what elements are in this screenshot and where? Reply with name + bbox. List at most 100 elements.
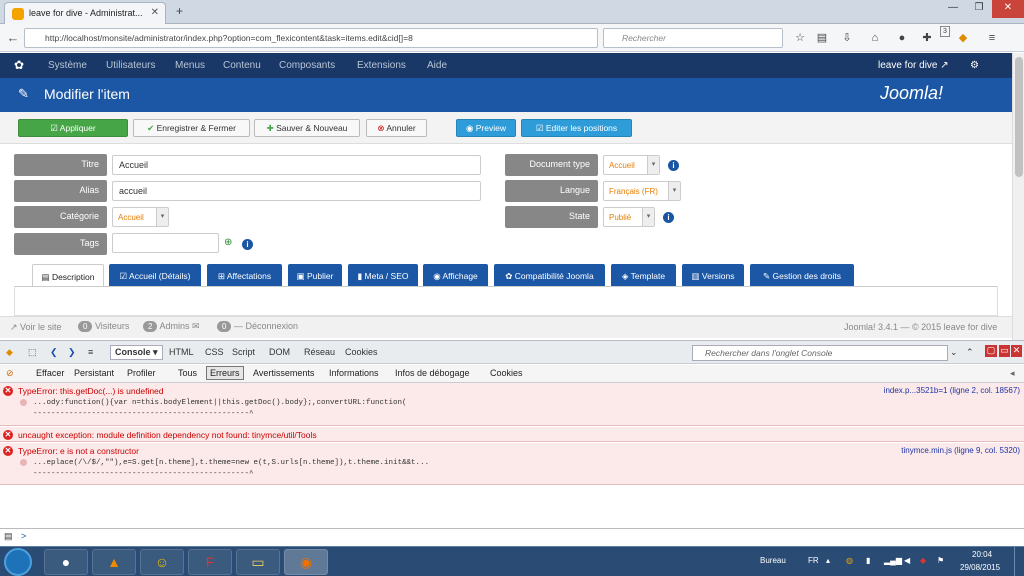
messages-status[interactable]: 0 — Déconnexion — [217, 321, 298, 332]
explorer-app-icon[interactable]: ▭ — [236, 549, 280, 575]
chat-icon[interactable]: ● — [895, 30, 909, 46]
maximize-icon[interactable]: ❐ — [966, 0, 992, 18]
filter-info[interactable]: Informations — [329, 368, 379, 378]
tab-description[interactable]: ▤ Description — [32, 264, 104, 288]
doctype-info-icon[interactable]: i — [668, 160, 679, 171]
save-close-button[interactable]: ✔ Enregistrer & Fermer — [133, 119, 250, 137]
command-editor-icon[interactable]: ≡ — [88, 347, 93, 357]
tab-assignments[interactable]: ⊞ Affectations — [207, 264, 282, 288]
error-source-link[interactable]: tinymce.min.js (ligne 9, col. 5320) — [901, 446, 1020, 455]
tags-info-icon[interactable]: i — [242, 239, 253, 250]
minimize-icon[interactable]: — — [940, 0, 966, 18]
vlc-app-icon[interactable]: ▲ — [92, 549, 136, 575]
console-error-row[interactable]: ✕ uncaught exception: module definition … — [0, 427, 1024, 442]
volume-icon[interactable]: ◀ — [904, 556, 910, 565]
fb-tab-dom[interactable]: DOM — [269, 347, 290, 357]
tab-joomla-compat[interactable]: ✿ Compatibilité Joomla — [494, 264, 605, 288]
firebug-logo-icon[interactable]: ◆ — [6, 347, 13, 358]
fb-tab-html[interactable]: HTML — [169, 347, 194, 357]
inspect-icon[interactable]: ⬚ — [28, 347, 37, 358]
url-bar[interactable]: http://localhost/monsite/administrator/i… — [24, 28, 598, 48]
tab-details[interactable]: ☑ Accueil (Détails) — [109, 264, 201, 288]
home-icon[interactable]: ⌂ — [868, 30, 882, 46]
site-link[interactable]: leave for dive ↗ — [878, 60, 949, 71]
fb-tab-network[interactable]: Réseau — [304, 347, 335, 357]
menu-system[interactable]: Système — [48, 60, 87, 71]
save-new-button[interactable]: ✚ Sauver & Nouveau — [254, 119, 360, 137]
fb-minimize-icon[interactable]: ▭ — [999, 345, 1010, 357]
console-command-line[interactable]: ▤ > — [0, 528, 1024, 544]
clock-time[interactable]: 20:04 — [972, 550, 992, 559]
browser-tab[interactable]: leave for dive - Administrat... ✕ — [4, 2, 166, 24]
chrome-app-icon[interactable]: ● — [44, 549, 88, 575]
console-error-row[interactable]: ✕ TypeError: this.getDoc(...) is undefin… — [0, 383, 1024, 426]
error-source-link[interactable]: index.p...3521b=1 (ligne 2, col. 18567) — [884, 386, 1020, 395]
search-prev-icon[interactable]: ⌄ — [950, 347, 958, 358]
menu-icon[interactable]: ≡ — [985, 30, 999, 46]
fb-detach-icon[interactable]: ▢ — [985, 345, 997, 357]
view-site-link[interactable]: ↗ Voir le site — [10, 322, 62, 333]
scrollbar-thumb[interactable] — [1015, 57, 1023, 177]
firefox-app-icon[interactable]: ◉ — [284, 549, 328, 575]
new-tab-icon[interactable]: + — [176, 4, 183, 18]
close-tab-icon[interactable]: ✕ — [151, 7, 159, 18]
filter-clear[interactable]: Effacer — [36, 368, 64, 378]
filter-all[interactable]: Tous — [178, 368, 197, 378]
tags-add-icon[interactable]: ⊕ — [224, 237, 232, 248]
close-window-icon[interactable]: ✕ — [992, 0, 1024, 18]
app-icon[interactable]: ☺ — [140, 549, 184, 575]
firebug-icon[interactable]: ◆ — [956, 30, 970, 46]
signal-icon[interactable]: ▂▄▆ — [884, 556, 902, 565]
language-select[interactable]: Français (FR) ▾ — [603, 181, 681, 201]
clear-icon[interactable]: ⊘ — [6, 368, 14, 379]
tray-alert-icon[interactable]: ◆ — [920, 556, 926, 565]
state-select[interactable]: Publié ▾ — [603, 207, 655, 227]
filter-errors[interactable]: Erreurs — [206, 366, 244, 380]
tab-template[interactable]: ◈ Template — [611, 264, 676, 288]
page-scrollbar[interactable] — [1012, 53, 1024, 340]
filter-profile[interactable]: Profiler — [127, 368, 156, 378]
search-next-icon[interactable]: ⌃ — [966, 347, 974, 358]
filter-warnings[interactable]: Avertissements — [253, 368, 314, 378]
console-error-row[interactable]: ✕ TypeError: e is not a constructor tiny… — [0, 443, 1024, 485]
filter-arrow-icon[interactable]: ◂ — [1010, 368, 1015, 379]
tab-meta-seo[interactable]: ▮ Meta / SEO — [348, 264, 418, 288]
fb-tab-cookies[interactable]: Cookies — [345, 347, 378, 357]
category-select[interactable]: Accueil ▾ — [112, 207, 169, 227]
fb-tab-script[interactable]: Script — [232, 347, 255, 357]
tray-flag-icon[interactable]: ⚑ — [937, 556, 944, 565]
menu-users[interactable]: Utilisateurs — [106, 60, 155, 71]
clock-date[interactable]: 29/08/2015 — [960, 563, 1000, 572]
back-icon[interactable]: ← — [2, 28, 24, 48]
breakpoint-icon[interactable] — [20, 459, 27, 466]
filter-cookies[interactable]: Cookies — [490, 368, 523, 378]
alias-input[interactable]: accueil — [112, 181, 481, 201]
menu-content[interactable]: Contenu — [223, 60, 261, 71]
apply-button[interactable]: ☑ Appliquer — [18, 119, 128, 137]
command-editor-icon[interactable]: ▤ — [4, 531, 13, 541]
cancel-button[interactable]: ⊗ Annuler — [366, 119, 427, 137]
bookmark-star-icon[interactable]: ☆ — [793, 30, 807, 46]
filezilla-app-icon[interactable]: F — [188, 549, 232, 575]
tab-publish[interactable]: ▣ Publier — [288, 264, 342, 288]
tab-permissions[interactable]: ✎ Gestion des droits — [750, 264, 854, 288]
menu-components[interactable]: Composants — [279, 60, 335, 71]
state-info-icon[interactable]: i — [663, 212, 674, 223]
tray-arrow-icon[interactable]: ▴ — [826, 556, 830, 565]
show-desktop-button[interactable] — [1014, 547, 1024, 576]
fb-tab-css[interactable]: CSS — [205, 347, 224, 357]
addon-icon[interactable]: ✚ — [920, 30, 934, 46]
joomla-menu-logo-icon[interactable]: ✿ — [14, 58, 30, 72]
tab-versions[interactable]: ▥ Versions — [682, 264, 744, 288]
download-icon[interactable]: ⇩ — [840, 30, 854, 46]
breakpoint-icon[interactable] — [20, 399, 27, 406]
menu-help[interactable]: Aide — [427, 60, 447, 71]
fb-tab-console[interactable]: Console ▾ — [110, 345, 163, 360]
browser-search-input[interactable]: Rechercher — [603, 28, 783, 48]
back-arrow-icon[interactable]: ❮ — [50, 347, 58, 358]
start-button[interactable] — [4, 548, 32, 576]
tab-display[interactable]: ◉ Affichage — [423, 264, 488, 288]
title-input[interactable]: Accueil — [112, 155, 481, 175]
network-icon[interactable]: ▮ — [866, 556, 870, 565]
edit-positions-button[interactable]: ☑ Editer les positions — [521, 119, 632, 137]
